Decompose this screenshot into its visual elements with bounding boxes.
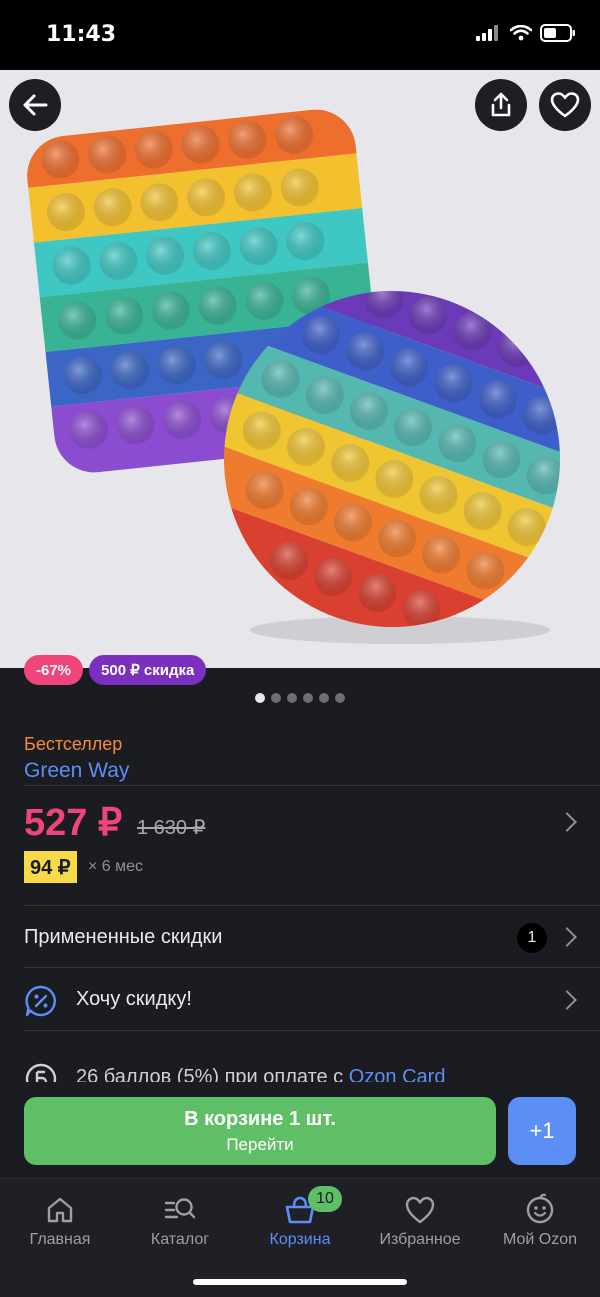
gallery-dot[interactable] (271, 693, 281, 703)
wifi-icon (510, 25, 532, 41)
arrow-left-icon (23, 94, 48, 116)
discount-chat-icon (25, 985, 56, 1017)
tab-home-label: Главная (29, 1231, 91, 1248)
add-one-button[interactable]: +1 (508, 1097, 576, 1165)
want-discount-label: Хочу скидку! (76, 988, 192, 1010)
gallery-dot[interactable] (335, 693, 345, 703)
divider (24, 785, 600, 786)
gallery-dot[interactable] (319, 693, 329, 703)
gallery-dot[interactable] (303, 693, 313, 703)
smiley-icon (526, 1193, 554, 1224)
divider (24, 905, 600, 906)
chevron-right-icon (557, 812, 577, 832)
brand-link[interactable]: Green Way (24, 759, 129, 783)
favorite-button[interactable] (539, 79, 591, 131)
gallery-dot[interactable] (287, 693, 297, 703)
back-button[interactable] (9, 79, 61, 131)
discount-amount-badge: 500 ₽ скидка (89, 655, 207, 685)
tab-cart-label: Корзина (269, 1231, 331, 1248)
cart-button-title: В корзине 1 шт. (184, 1107, 336, 1130)
applied-discounts-label: Примененные скидки (24, 926, 223, 948)
battery-icon (540, 24, 575, 42)
signal-icon (476, 25, 498, 41)
share-button[interactable] (475, 79, 527, 131)
discounts-count-badge: 1 (517, 923, 547, 953)
heart-icon (405, 1196, 435, 1224)
status-bar: 11:43 (0, 0, 600, 70)
home-icon (47, 1197, 73, 1223)
tab-catalog[interactable]: Каталог (120, 1179, 240, 1249)
chevron-right-icon (557, 927, 577, 947)
gallery-pagination[interactable] (0, 693, 600, 703)
tab-catalog-label: Каталог (150, 1231, 210, 1248)
current-price: 527 ₽ (24, 802, 123, 844)
bestseller-tag: Бестселлер (24, 734, 123, 754)
gallery-dot[interactable] (255, 693, 265, 703)
tab-my-ozon[interactable]: Мой Ozon (480, 1179, 600, 1249)
home-indicator (193, 1279, 407, 1285)
product-image (23, 105, 600, 668)
tab-my-ozon-label: Мой Ozon (502, 1231, 578, 1248)
tab-favorites-label: Избранное (379, 1231, 461, 1248)
chevron-right-icon (557, 990, 577, 1010)
cart-button-subtitle: Перейти (226, 1134, 294, 1154)
promo-badges: -67% 500 ₽ скидка (24, 655, 207, 685)
product-gallery[interactable] (0, 70, 600, 668)
divider (24, 1030, 600, 1031)
tab-cart[interactable]: Корзина 10 (240, 1179, 360, 1249)
go-to-cart-button[interactable]: В корзине 1 шт. Перейти (24, 1097, 496, 1165)
installment-badge: 94 ₽ (24, 851, 77, 883)
discount-percent-badge: -67% (24, 655, 84, 685)
old-price: 1 630 ₽ (137, 817, 206, 839)
tab-favorites[interactable]: Избранное (360, 1179, 480, 1249)
installment-term: × 6 мес (88, 858, 144, 875)
tab-home[interactable]: Главная (0, 1179, 120, 1249)
share-icon (491, 92, 511, 117)
heart-icon (550, 92, 580, 118)
divider (24, 967, 600, 968)
cart-count-badge: 10 (308, 1186, 342, 1212)
catalog-search-icon (164, 1198, 196, 1219)
cta-bar: В корзине 1 шт. Перейти +1 (0, 1082, 600, 1178)
status-icons (476, 24, 576, 42)
status-time: 11:43 (46, 22, 117, 47)
